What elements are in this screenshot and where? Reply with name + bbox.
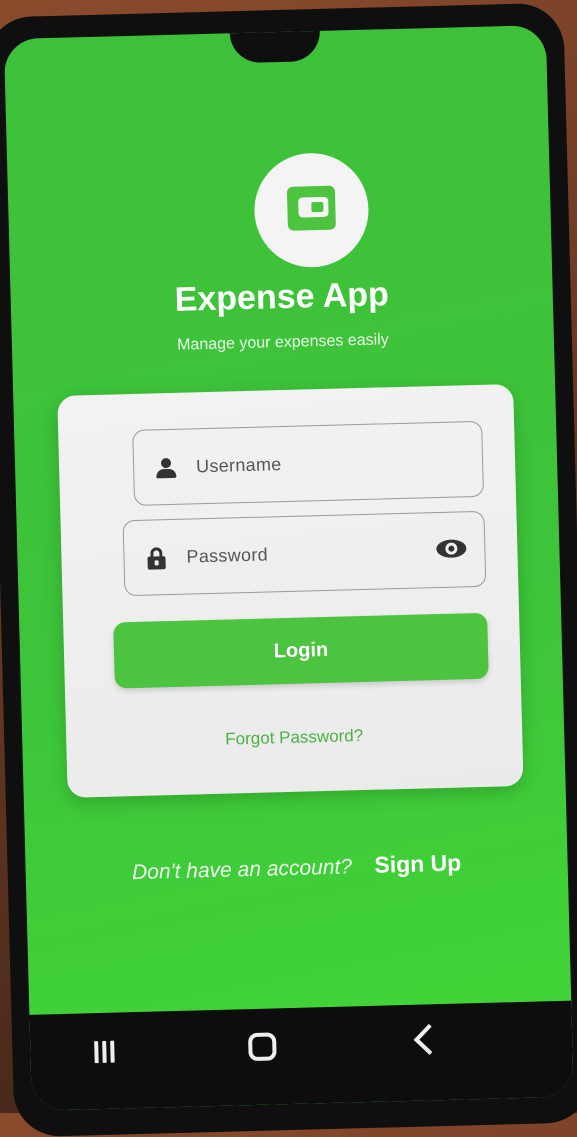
- camera-notch: [229, 30, 321, 64]
- app-title: Expense App: [174, 275, 390, 319]
- eye-icon[interactable]: [436, 536, 467, 561]
- app-logo: [252, 151, 370, 269]
- username-field[interactable]: Username: [132, 420, 485, 506]
- lock-icon: [144, 546, 169, 571]
- forgot-password-link[interactable]: Forgot Password?: [66, 722, 522, 754]
- person-icon: [154, 456, 179, 481]
- password-field[interactable]: Password: [122, 510, 487, 597]
- signup-link[interactable]: Sign Up: [374, 850, 462, 878]
- signup-row: Don't have an account? Sign Up: [25, 847, 568, 888]
- back-icon[interactable]: [413, 1023, 445, 1055]
- phone-frame: Expense App Manage your expenses easily …: [0, 2, 577, 1137]
- username-placeholder: Username: [195, 454, 282, 477]
- login-button[interactable]: Login: [113, 612, 489, 689]
- status-bar: [125, 66, 513, 94]
- home-icon[interactable]: [247, 1032, 277, 1062]
- app-subtitle: Manage your expenses easily: [176, 331, 389, 354]
- wallet-icon: [286, 185, 336, 231]
- signup-prompt: Don't have an account?: [131, 855, 353, 885]
- login-card: Username Password Login Forgot Password?: [57, 383, 524, 798]
- app-screen: Expense App Manage your expenses easily …: [3, 25, 574, 1111]
- password-placeholder: Password: [186, 544, 269, 567]
- system-nav-bar: [29, 1000, 574, 1111]
- recent-apps-icon[interactable]: [94, 1040, 121, 1064]
